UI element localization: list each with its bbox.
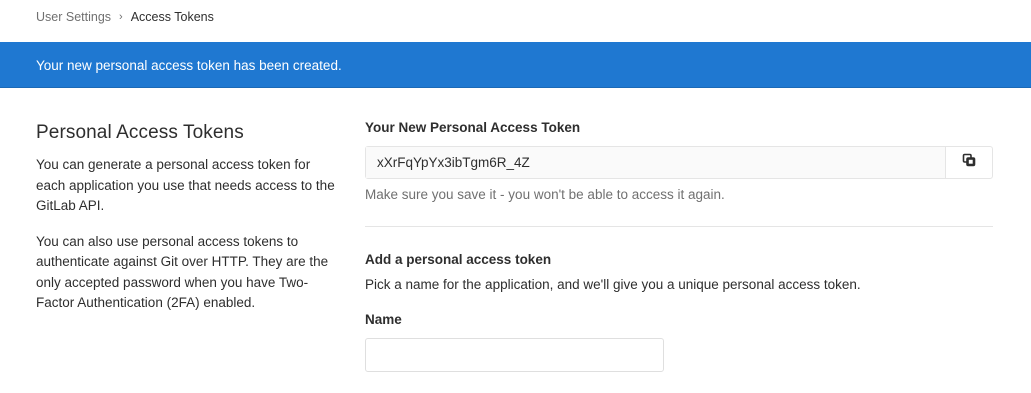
breadcrumb: User Settings › Access Tokens bbox=[36, 10, 214, 24]
breadcrumb-user-settings-link[interactable]: User Settings bbox=[36, 10, 111, 24]
breadcrumb-current[interactable]: Access Tokens bbox=[131, 10, 214, 24]
add-token-title: Add a personal access token bbox=[365, 252, 552, 267]
copy-token-button[interactable] bbox=[945, 147, 992, 178]
breadcrumb-separator: › bbox=[119, 11, 123, 23]
new-token-field-group: xXrFqYpYx3ibTgm6R_4Z bbox=[365, 146, 993, 179]
settings-description: Personal Access Tokens You can generate … bbox=[36, 122, 341, 314]
flash-message: Your new personal access token has been … bbox=[36, 58, 342, 73]
flash-notice: Your new personal access token has been … bbox=[0, 42, 1031, 88]
new-token-field[interactable]: xXrFqYpYx3ibTgm6R_4Z bbox=[366, 147, 945, 178]
name-input[interactable] bbox=[365, 338, 664, 372]
save-token-hint: Make sure you save it - you won't be abl… bbox=[365, 187, 725, 202]
name-label: Name bbox=[365, 312, 402, 327]
add-token-description: Pick a name for the application, and we'… bbox=[365, 277, 861, 292]
new-token-label: Your New Personal Access Token bbox=[365, 120, 581, 135]
description-paragraph-2: You can also use personal access tokens … bbox=[36, 233, 329, 311]
section-title: Personal Access Tokens bbox=[36, 122, 244, 143]
token-form: Your New Personal Access Token xXrFqYpYx… bbox=[365, 120, 993, 372]
section-divider bbox=[365, 226, 993, 227]
copy-icon bbox=[962, 153, 976, 172]
description-paragraph-1: You can generate a personal access token… bbox=[36, 157, 335, 213]
